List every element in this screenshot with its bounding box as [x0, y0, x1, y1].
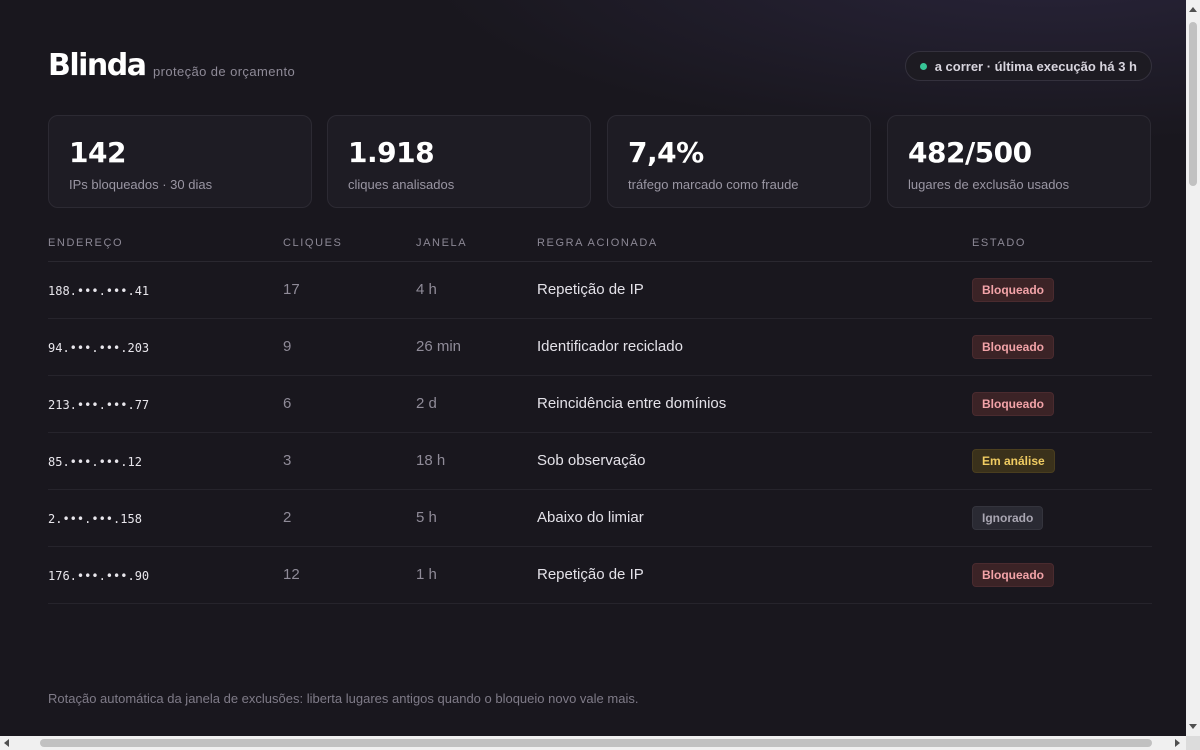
table-row[interactable]: 2.•••.•••.158 2 5 h Abaixo do limiar Ign… — [48, 490, 1152, 547]
scroll-down-icon[interactable] — [1189, 724, 1197, 729]
triggered-rule: Abaixo do limiar — [537, 509, 644, 526]
state-cell: Bloqueado — [972, 392, 1054, 416]
scroll-up-icon[interactable] — [1189, 7, 1197, 12]
stat-card-exclusion-slots: 482/500 lugares de exclusão usados — [887, 115, 1151, 208]
status-dot-icon — [919, 62, 927, 70]
column-header-state[interactable]: ESTADO — [972, 237, 1026, 249]
time-window: 1 h — [416, 566, 437, 583]
ip-address: 213.•••.•••.77 — [48, 398, 150, 412]
status-badge: Bloqueado — [972, 335, 1054, 359]
click-count: 17 — [283, 281, 300, 298]
stat-label: lugares de exclusão usados — [908, 177, 1070, 192]
time-window: 5 h — [416, 509, 437, 526]
click-count: 6 — [283, 395, 292, 412]
scroll-left-icon[interactable] — [4, 739, 9, 747]
state-cell: Em análise — [972, 449, 1055, 473]
horizontal-scroll-thumb[interactable] — [40, 739, 1152, 747]
brand-logo: Blinda — [48, 48, 147, 83]
status-badge: Bloqueado — [972, 563, 1054, 587]
state-cell: Bloqueado — [972, 278, 1054, 302]
column-header-clicks[interactable]: CLIQUES — [283, 237, 343, 249]
column-header-address[interactable]: ENDEREÇO — [48, 237, 123, 249]
stat-card-analyzed-clicks: 1.918 cliques analisados — [327, 115, 591, 208]
scroll-right-icon[interactable] — [1175, 739, 1180, 747]
footnote: Rotação automática da janela de exclusõe… — [48, 691, 639, 706]
time-window: 2 d — [416, 395, 437, 412]
brand-tagline: proteção de orçamento — [153, 64, 296, 79]
triggered-rule: Sob observação — [537, 452, 646, 469]
state-cell: Bloqueado — [972, 563, 1054, 587]
time-window: 4 h — [416, 281, 437, 298]
state-cell: Ignorado — [972, 506, 1044, 530]
time-window: 26 min — [416, 338, 462, 355]
stat-label: tráfego marcado como fraude — [628, 177, 799, 192]
stats-row: 142 IPs bloqueados · 30 dias 1.918 cliqu… — [48, 115, 1152, 210]
scrollbar-corner — [1186, 736, 1200, 750]
table-row[interactable]: 85.•••.•••.12 3 18 h Sob observação Em a… — [48, 433, 1152, 490]
table-row[interactable]: 188.•••.•••.41 17 4 h Repetição de IP Bl… — [48, 262, 1152, 319]
click-count: 12 — [283, 566, 300, 583]
status-badge: Bloqueado — [972, 278, 1054, 302]
stat-value: 7,4% — [628, 136, 704, 169]
state-cell: Bloqueado — [972, 335, 1054, 359]
triggered-rule: Reincidência entre domínios — [537, 395, 727, 412]
ip-address: 176.•••.•••.90 — [48, 569, 150, 583]
blocked-ips-table: ENDEREÇO CLIQUES JANELA REGRA ACIONADA E… — [48, 227, 1152, 604]
ip-address: 188.•••.•••.41 — [48, 284, 150, 298]
table-header: ENDEREÇO CLIQUES JANELA REGRA ACIONADA E… — [48, 227, 1152, 262]
status-badge: Bloqueado — [972, 392, 1054, 416]
vertical-scrollbar[interactable] — [1186, 0, 1200, 736]
table-row[interactable]: 94.•••.•••.203 9 26 min Identificador re… — [48, 319, 1152, 376]
dashboard-page: Blinda proteção de orçamento a correr · … — [0, 0, 1186, 736]
table-row[interactable]: 213.•••.•••.77 6 2 d Reincidência entre … — [48, 376, 1152, 433]
vertical-scroll-thumb[interactable] — [1189, 22, 1197, 186]
ip-address: 2.•••.•••.158 — [48, 512, 142, 526]
run-status-text: a correr · última execução há 3 h — [934, 58, 1137, 74]
column-header-window[interactable]: JANELA — [416, 237, 467, 249]
triggered-rule: Repetição de IP — [537, 566, 644, 583]
click-count: 3 — [283, 452, 292, 469]
click-count: 9 — [283, 338, 292, 355]
status-badge: Em análise — [972, 449, 1055, 473]
horizontal-scrollbar[interactable] — [0, 736, 1186, 750]
table-row[interactable]: 176.•••.•••.90 12 1 h Repetição de IP Bl… — [48, 547, 1152, 604]
click-count: 2 — [283, 509, 292, 526]
triggered-rule: Repetição de IP — [537, 281, 644, 298]
ip-address: 85.•••.•••.12 — [48, 455, 142, 469]
stat-label: cliques analisados — [348, 177, 455, 192]
ip-address: 94.•••.•••.203 — [48, 341, 150, 355]
run-status-badge[interactable]: a correr · última execução há 3 h — [904, 51, 1152, 81]
time-window: 18 h — [416, 452, 446, 469]
status-badge: Ignorado — [972, 506, 1044, 530]
header: Blinda proteção de orçamento a correr · … — [48, 48, 1152, 88]
stat-value: 482/500 — [908, 136, 1032, 169]
stat-label: IPs bloqueados · 30 dias — [69, 177, 213, 192]
stat-value: 1.918 — [348, 136, 435, 169]
stat-value: 142 — [69, 136, 126, 169]
triggered-rule: Identificador reciclado — [537, 338, 683, 355]
column-header-rule[interactable]: REGRA ACIONADA — [537, 237, 658, 249]
stat-card-blocked-ips: 142 IPs bloqueados · 30 dias — [48, 115, 312, 208]
stat-card-fraud-traffic: 7,4% tráfego marcado como fraude — [607, 115, 871, 208]
